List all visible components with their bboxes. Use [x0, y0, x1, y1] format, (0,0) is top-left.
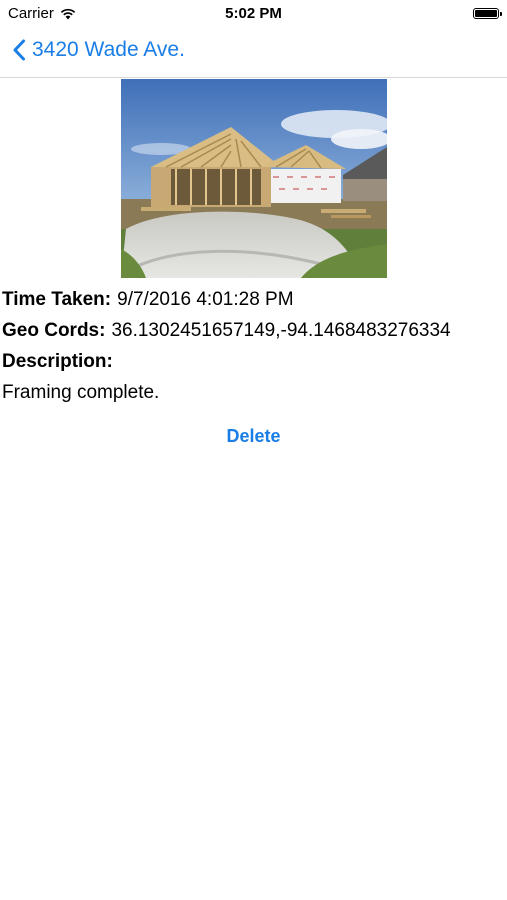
house-framing-photo	[121, 79, 387, 278]
delete-button[interactable]: Delete	[220, 424, 286, 449]
back-button-label: 3420 Wade Ave.	[32, 38, 185, 61]
description-value: Framing complete.	[2, 382, 160, 403]
status-time: 5:02 PM	[225, 5, 282, 22]
status-bar: Carrier 5:02 PM	[0, 0, 507, 28]
description-label: Description:	[2, 351, 113, 372]
description-label-row: Description:	[2, 346, 502, 377]
description-value-row: Framing complete.	[2, 377, 502, 408]
chevron-left-icon	[13, 39, 25, 61]
back-button[interactable]: 3420 Wade Ave.	[12, 38, 185, 62]
navigation-bar: 3420 Wade Ave.	[0, 28, 507, 78]
geo-cords-value: 36.1302451657149,-94.1468483276334	[111, 320, 451, 341]
geo-cords-label: Geo Cords:	[2, 320, 106, 341]
time-taken-value: 9/7/2016 4:01:28 PM	[117, 289, 294, 310]
delete-row: Delete	[0, 424, 507, 449]
photo-details: Time Taken: 9/7/2016 4:01:28 PM Geo Cords…	[2, 284, 502, 408]
battery-icon	[473, 8, 502, 19]
geo-cords-row: Geo Cords: 36.1302451657149,-94.146848327…	[2, 315, 502, 346]
time-taken-row: Time Taken: 9/7/2016 4:01:28 PM	[2, 284, 502, 315]
time-taken-label: Time Taken:	[2, 289, 112, 310]
